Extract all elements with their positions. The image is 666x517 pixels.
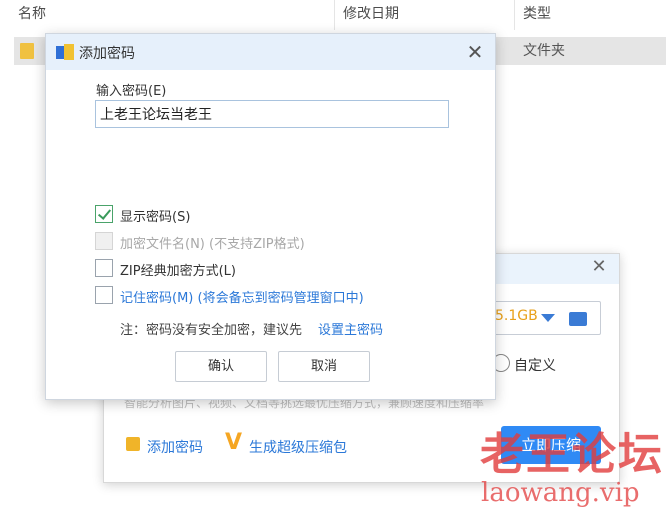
zip-classic-encryption-checkbox[interactable] bbox=[95, 259, 113, 277]
password-label: 输入密码(E) bbox=[96, 84, 167, 99]
remember-password-label[interactable]: 记住密码(M) (将会备忘到密码管理窗口中) bbox=[120, 287, 364, 306]
column-name[interactable]: 名称 bbox=[18, 0, 46, 30]
encrypt-filenames-label: 加密文件名(N) (不支持ZIP格式) bbox=[120, 237, 305, 252]
set-master-password-link[interactable]: 设置主密码 bbox=[318, 319, 383, 338]
file-list-header: 名称 ⌃ 修改日期 类型 bbox=[0, 0, 666, 30]
folder-icon bbox=[20, 43, 34, 59]
show-password-label[interactable]: 显示密码(S) bbox=[120, 206, 190, 225]
close-icon[interactable]: ✕ bbox=[589, 257, 609, 277]
dialog-titlebar: 添加密码 ✕ bbox=[46, 34, 495, 70]
column-type[interactable]: 类型 bbox=[523, 0, 551, 30]
dialog-title: 添加密码 bbox=[79, 46, 135, 62]
sort-chevron-icon: ⌃ bbox=[171, 0, 182, 7]
chevron-down-icon[interactable] bbox=[541, 314, 555, 322]
lock-icon bbox=[126, 437, 140, 451]
zip-classic-encryption-label[interactable]: ZIP经典加密方式(L) bbox=[120, 260, 236, 279]
watermark-url: laowang.vip bbox=[481, 478, 640, 508]
add-password-dialog: 添加密码 ✕ 输入密码(E) 显示密码(S) 加密文件名(N) (不支持ZIP格… bbox=[45, 33, 496, 400]
v-icon: V bbox=[225, 430, 243, 455]
custom-radio-label: 自定义 bbox=[514, 358, 556, 374]
confirm-button[interactable]: 确认 bbox=[175, 351, 267, 382]
remember-password-checkbox[interactable] bbox=[95, 286, 113, 304]
encrypt-filenames-checkbox bbox=[95, 232, 113, 250]
app-icon bbox=[56, 44, 74, 60]
column-modified-date[interactable]: 修改日期 bbox=[343, 0, 399, 30]
column-divider[interactable] bbox=[514, 0, 515, 30]
security-note: 注：密码没有安全加密，建议先 bbox=[120, 323, 303, 338]
column-divider[interactable] bbox=[334, 0, 335, 30]
show-password-checkbox[interactable] bbox=[95, 205, 113, 223]
file-row-type: 文件夹 bbox=[523, 43, 565, 59]
watermark-logo: 老王论坛 bbox=[480, 429, 664, 480]
folder-browse-icon[interactable] bbox=[569, 312, 587, 326]
close-icon[interactable]: ✕ bbox=[463, 40, 487, 64]
super-package-link[interactable]: 生成超级压缩包 bbox=[249, 437, 347, 457]
add-password-link[interactable]: 添加密码 bbox=[147, 437, 203, 457]
password-input[interactable] bbox=[95, 100, 449, 128]
volume-size-value: 5.1GB bbox=[495, 308, 538, 324]
cancel-button[interactable]: 取消 bbox=[278, 351, 370, 382]
